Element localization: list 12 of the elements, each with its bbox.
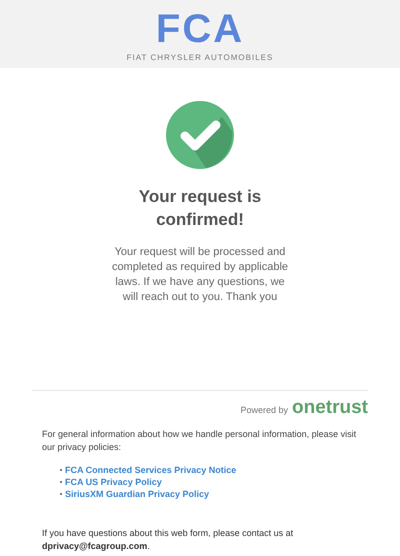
check-circle-icon: [166, 101, 234, 169]
logo-tagline: FIAT CHRYSLER AUTOMOBILES: [126, 52, 274, 64]
brand-logo: onetrust: [292, 398, 368, 418]
privacy-link[interactable]: FCA Connected Services Privacy Notice: [65, 464, 236, 476]
confirmation-message: Your request will be processed and completed as required by applicable laws. If we have any questions, we will reach out to you. Thank you: [110, 245, 290, 305]
powered-by-label: Powered by: [240, 404, 288, 417]
info-text: For general information about how we handle personal information, please visit our privacy policies:: [42, 428, 358, 454]
confirmation-title: Your request is confirmed!: [138, 186, 262, 231]
privacy-link[interactable]: FCA US Privacy Policy: [65, 476, 162, 488]
privacy-link[interactable]: SiriusXM Guardian Privacy Policy: [65, 488, 210, 500]
logo: FCA: [156, 8, 244, 48]
contact-text: If you have questions about this web form, please contact us at dprivacy@fcagroup.com.: [42, 527, 294, 553]
